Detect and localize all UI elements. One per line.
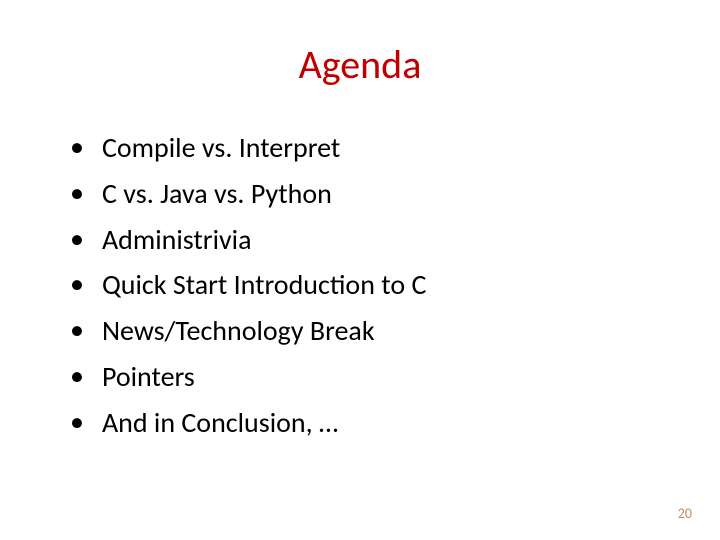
list-item: • And in Conclusion, … bbox=[70, 404, 670, 442]
list-item: • Administrivia bbox=[70, 221, 670, 259]
bullet-text: Administrivia bbox=[102, 221, 252, 259]
bullet-icon: • bbox=[70, 266, 84, 302]
bullet-text: News/Technology Break bbox=[102, 312, 375, 350]
bullet-icon: • bbox=[70, 404, 84, 440]
bullet-icon: • bbox=[70, 312, 84, 348]
page-number: 20 bbox=[678, 505, 692, 522]
bullet-icon: • bbox=[70, 129, 84, 165]
list-item: • News/Technology Break bbox=[70, 312, 670, 350]
list-item: • Pointers bbox=[70, 358, 670, 396]
list-item: • C vs. Java vs. Python bbox=[70, 175, 670, 213]
bullet-text: Pointers bbox=[102, 358, 195, 396]
list-item: • Quick Start Introduction to C bbox=[70, 266, 670, 304]
bullet-list: • Compile vs. Interpret • C vs. Java vs.… bbox=[50, 129, 670, 442]
bullet-icon: • bbox=[70, 221, 84, 257]
list-item: • Compile vs. Interpret bbox=[70, 129, 670, 167]
bullet-icon: • bbox=[70, 358, 84, 394]
bullet-text: Quick Start Introduction to C bbox=[102, 266, 426, 304]
slide-title: Agenda bbox=[50, 40, 670, 89]
bullet-text: And in Conclusion, … bbox=[102, 404, 338, 442]
bullet-text: C vs. Java vs. Python bbox=[102, 175, 332, 213]
bullet-text: Compile vs. Interpret bbox=[102, 129, 340, 167]
bullet-icon: • bbox=[70, 175, 84, 211]
slide-container: Agenda • Compile vs. Interpret • C vs. J… bbox=[0, 0, 720, 540]
